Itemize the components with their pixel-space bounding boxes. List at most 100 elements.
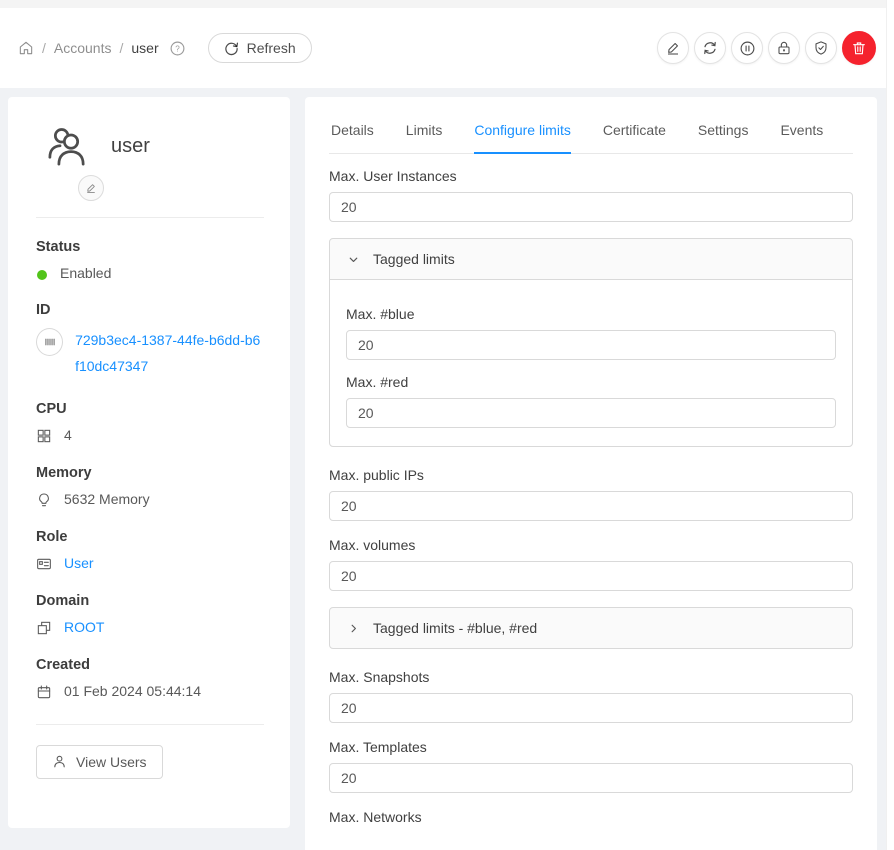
max-templates-label: Max. Templates [329, 739, 853, 755]
account-summary-card: user Status Enabled ID [8, 97, 290, 828]
tagged-limits-collapsed-header[interactable]: Tagged limits - #blue, #red [330, 608, 852, 648]
barcode-icon [36, 328, 63, 356]
breadcrumb: / Accounts / user ? Refresh [18, 33, 312, 63]
update-icon [702, 40, 718, 56]
max-networks-label: Max. Networks [329, 809, 853, 825]
bulb-icon [36, 492, 52, 508]
account-detail-panel: Details Limits Configure limits Certific… [305, 97, 877, 850]
id-row: 729b3ec4-1387-44fe-b6dd-b6f10dc47347 [36, 328, 264, 380]
tab-settings[interactable]: Settings [698, 122, 749, 153]
chevron-down-icon [347, 253, 360, 266]
max-snapshots-label: Max. Snapshots [329, 669, 853, 685]
status-dot-icon [37, 270, 47, 280]
tab-bar: Details Limits Configure limits Certific… [329, 113, 853, 154]
max-red-label: Max. #red [346, 374, 836, 390]
tab-events[interactable]: Events [780, 122, 823, 153]
memory-label: Memory [36, 465, 264, 481]
configure-limits-form: Max. User Instances Tagged limits Max. #… [329, 168, 853, 825]
chevron-right-icon [347, 622, 360, 635]
tagged-limits-panel-title: Tagged limits [373, 251, 455, 267]
tagged-limits-panel-collapsed: Tagged limits - #blue, #red [329, 607, 853, 649]
pause-circle-icon [739, 40, 756, 57]
tab-limits[interactable]: Limits [406, 122, 443, 153]
max-public-ips-input[interactable] [329, 491, 853, 521]
profile-header: user [36, 123, 264, 170]
refresh-button[interactable]: Refresh [208, 33, 312, 63]
delete-account-button[interactable] [842, 31, 876, 65]
created-label: Created [36, 657, 264, 673]
help-icon[interactable]: ? [169, 40, 186, 57]
tagged-limits-panel-expanded: Tagged limits Max. #blue Max. #red [329, 238, 853, 447]
cpu-value: 4 [64, 427, 72, 443]
topbar: / Accounts / user ? Refresh [0, 8, 894, 88]
view-users-label: View Users [76, 754, 147, 770]
tab-configure-limits[interactable]: Configure limits [474, 122, 570, 153]
shield-check-icon [813, 40, 829, 56]
breadcrumb-accounts-link[interactable]: Accounts [54, 40, 112, 56]
refresh-button-label: Refresh [247, 40, 296, 56]
reload-icon [224, 41, 239, 56]
max-snapshots-input[interactable] [329, 693, 853, 723]
max-blue-label: Max. #blue [346, 306, 836, 322]
domain-row: ROOT [36, 619, 264, 636]
edit-avatar-button[interactable] [78, 175, 104, 201]
calendar-icon [36, 684, 52, 700]
max-user-instances-input[interactable] [329, 192, 853, 222]
home-icon[interactable] [18, 40, 34, 56]
edit-icon [665, 40, 681, 56]
max-red-input[interactable] [346, 398, 836, 428]
account-id-link[interactable]: 729b3ec4-1387-44fe-b6dd-b6f10dc47347 [75, 328, 264, 380]
max-blue-input[interactable] [346, 330, 836, 360]
max-volumes-input[interactable] [329, 561, 853, 591]
svg-text:?: ? [175, 44, 180, 53]
account-name: user [111, 135, 150, 158]
team-icon [44, 123, 91, 170]
lock-icon [776, 40, 792, 56]
tab-details[interactable]: Details [331, 122, 374, 153]
max-public-ips-label: Max. public IPs [329, 467, 853, 483]
domain-link[interactable]: ROOT [64, 619, 104, 635]
user-icon [52, 754, 67, 769]
breadcrumb-separator: / [42, 40, 46, 56]
created-row: 01 Feb 2024 05:44:14 [36, 683, 264, 700]
disable-account-button[interactable] [731, 32, 763, 64]
tagged-limits-panel-header[interactable]: Tagged limits [330, 239, 852, 279]
max-templates-input[interactable] [329, 763, 853, 793]
memory-value: 5632 Memory [64, 491, 150, 507]
content: user Status Enabled ID [0, 88, 894, 850]
role-label: Role [36, 529, 264, 545]
role-link[interactable]: User [64, 555, 94, 571]
view-users-button[interactable]: View Users [36, 745, 163, 779]
tagged-limits-collapsed-title: Tagged limits - #blue, #red [373, 620, 537, 636]
id-label: ID [36, 302, 264, 318]
memory-row: 5632 Memory [36, 491, 264, 508]
edit-account-button[interactable] [657, 32, 689, 64]
divider [36, 217, 264, 218]
delete-icon [851, 40, 867, 56]
pencil-icon [85, 182, 97, 194]
created-value: 01 Feb 2024 05:44:14 [64, 683, 201, 699]
status-row: Enabled [36, 265, 264, 281]
domain-label: Domain [36, 593, 264, 609]
cpu-label: CPU [36, 401, 264, 417]
breadcrumb-separator: / [119, 40, 123, 56]
idcard-icon [36, 556, 52, 572]
breadcrumb-current: user [131, 40, 158, 56]
status-value: Enabled [60, 265, 111, 281]
max-volumes-label: Max. volumes [329, 537, 853, 553]
certificate-button[interactable] [805, 32, 837, 64]
divider [36, 724, 264, 725]
max-user-instances-label: Max. User Instances [329, 168, 853, 184]
top-strip [0, 0, 894, 8]
role-row: User [36, 555, 264, 572]
cpu-row: 4 [36, 427, 264, 444]
tab-certificate[interactable]: Certificate [603, 122, 666, 153]
status-label: Status [36, 239, 264, 255]
block-icon [36, 620, 52, 636]
appstore-icon [36, 428, 52, 444]
update-resource-count-button[interactable] [694, 32, 726, 64]
lock-account-button[interactable] [768, 32, 800, 64]
tagged-limits-panel-body: Max. #blue Max. #red [330, 279, 852, 446]
action-buttons [657, 31, 876, 65]
scrollbar[interactable] [886, 0, 894, 850]
